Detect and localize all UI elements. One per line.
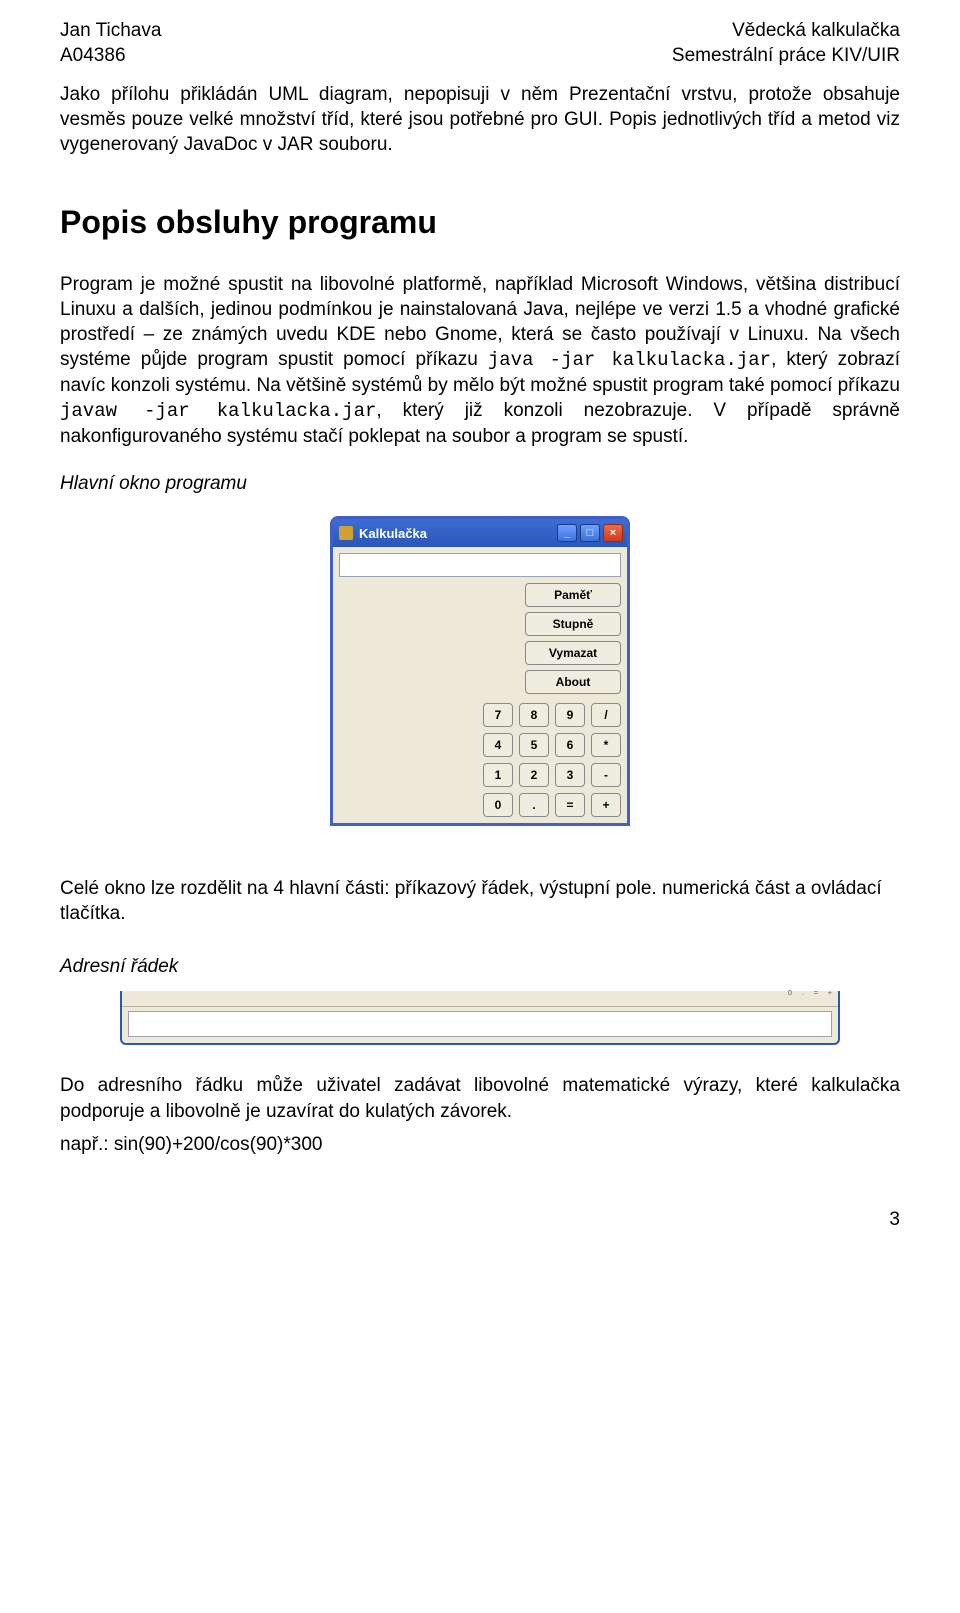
addr-key-add: + [828, 989, 832, 998]
calc-display[interactable] [339, 553, 621, 577]
key-mul[interactable]: * [591, 733, 621, 757]
close-button[interactable]: × [603, 524, 623, 542]
maximize-button[interactable]: □ [580, 524, 600, 542]
key-8[interactable]: 8 [519, 703, 549, 727]
addr-key-dot: . [802, 989, 804, 998]
subheading-address-bar: Adresní řádek [60, 954, 900, 979]
address-paragraph: Do adresního řádku může uživatel zadávat… [60, 1073, 900, 1123]
key-eq[interactable]: = [555, 793, 585, 817]
key-dot[interactable]: . [519, 793, 549, 817]
key-add[interactable]: + [591, 793, 621, 817]
key-div[interactable]: / [591, 703, 621, 727]
example-expression: např.: sin(90)+200/cos(90)*300 [60, 1132, 900, 1157]
minimize-button[interactable]: _ [557, 524, 577, 542]
key-9[interactable]: 9 [555, 703, 585, 727]
memory-button[interactable]: Paměť [525, 583, 621, 607]
key-0[interactable]: 0 [483, 793, 513, 817]
window-titlebar: Kalkulačka _ □ × [333, 519, 627, 547]
page-number: 3 [60, 1207, 900, 1232]
about-button[interactable]: About [525, 670, 621, 694]
calc-keypad: 7 8 9 / 4 5 6 * 1 2 3 - 0 . = + [339, 699, 621, 817]
addr-key-0: 0 [788, 989, 792, 998]
header-author: Jan Tichava [60, 18, 161, 43]
usage-paragraph: Program je možné spustit na libovolné pl… [60, 272, 900, 450]
addr-key-eq: = [814, 989, 818, 998]
header-id: A04386 [60, 43, 126, 68]
key-1[interactable]: 1 [483, 763, 513, 787]
command-1: java -jar kalkulacka.jar [488, 349, 771, 371]
key-4[interactable]: 4 [483, 733, 513, 757]
app-icon [339, 526, 353, 540]
address-bar-screenshot: 0 . = + [120, 991, 840, 1045]
key-5[interactable]: 5 [519, 733, 549, 757]
key-sub[interactable]: - [591, 763, 621, 787]
subheading-main-window: Hlavní okno programu [60, 471, 900, 496]
degrees-button[interactable]: Stupně [525, 612, 621, 636]
command-2: javaw -jar kalkulacka.jar [60, 400, 376, 422]
clear-button[interactable]: Vymazat [525, 641, 621, 665]
calculator-screenshot: Kalkulačka _ □ × Paměť Stupně Vymazat Ab… [330, 516, 630, 826]
section-heading: Popis obsluhy programu [60, 201, 900, 243]
intro-paragraph: Jako přílohu přikládán UML diagram, nepo… [60, 82, 900, 157]
key-6[interactable]: 6 [555, 733, 585, 757]
window-title: Kalkulačka [359, 525, 554, 542]
window-parts-paragraph: Celé okno lze rozdělit na 4 hlavní části… [60, 876, 900, 926]
address-input[interactable] [128, 1011, 832, 1037]
key-3[interactable]: 3 [555, 763, 585, 787]
key-7[interactable]: 7 [483, 703, 513, 727]
key-2[interactable]: 2 [519, 763, 549, 787]
header-title: Vědecká kalkulačka [732, 18, 900, 43]
header-course: Semestrální práce KIV/UIR [672, 43, 900, 68]
